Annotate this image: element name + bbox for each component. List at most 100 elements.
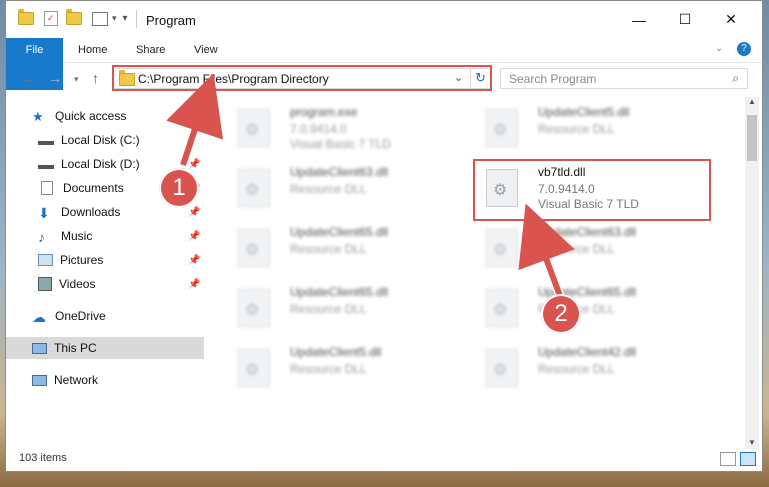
address-highlight: [112, 65, 492, 91]
search-icon: ⌕: [732, 71, 739, 85]
sidebar-item-label: Videos: [59, 277, 96, 291]
large-icons-view-icon[interactable]: [740, 452, 756, 466]
file-highlight: [473, 159, 711, 221]
properties-icon[interactable]: ✓: [44, 11, 58, 26]
file-item[interactable]: UpdateClient65.dll Resource DLL: [228, 281, 458, 333]
sidebar-item-music[interactable]: ♪ Music 📌: [38, 225, 204, 247]
dll-icon: [486, 109, 518, 147]
back-icon[interactable]: ←: [22, 70, 36, 86]
sidebar-item-label: Quick access: [55, 109, 127, 123]
cloud-icon: ☁: [32, 309, 46, 325]
file-type: Resource DLL: [290, 242, 367, 256]
file-type: Resource DLL: [538, 362, 615, 376]
scroll-down-icon[interactable]: ▼: [748, 438, 756, 447]
pin-icon[interactable]: 📌: [188, 279, 200, 290]
tab-home[interactable]: Home: [66, 38, 119, 62]
pin-icon[interactable]: 📌: [188, 207, 200, 218]
minimize-button[interactable]: —: [616, 1, 662, 38]
sidebar-item-pictures[interactable]: Pictures 📌: [38, 249, 204, 271]
sidebar-item-videos[interactable]: Videos 📌: [38, 273, 204, 295]
file-name: UpdateClient63.dll: [538, 225, 637, 239]
status-bar: 103 items: [6, 447, 762, 471]
pin-icon[interactable]: 📌: [188, 231, 200, 242]
file-item[interactable]: program.exe 7.0.9414.0 Visual Basic 7 TL…: [228, 101, 458, 153]
expand-ribbon-icon[interactable]: ⌄: [715, 43, 723, 54]
exe-icon: [238, 109, 270, 147]
file-name: UpdateClient65.dll: [290, 225, 389, 239]
music-icon: ♪: [38, 229, 45, 245]
sidebar-item-label: Downloads: [61, 205, 121, 219]
network-icon: [32, 374, 47, 386]
step-1-badge: 1: [159, 168, 199, 208]
file-name: program.exe: [290, 105, 358, 119]
dll-icon: [238, 169, 270, 207]
file-item[interactable]: UpdateClient65.dll Resource DLL: [476, 281, 706, 333]
new-folder-icon[interactable]: [66, 9, 82, 25]
tab-share[interactable]: Share: [124, 38, 177, 62]
dll-icon: [238, 229, 270, 267]
navigation-pane: ★ Quick access Local Disk (C:) Local Dis…: [6, 97, 206, 447]
step-2-badge: 2: [541, 294, 581, 334]
dll-icon: [486, 289, 518, 327]
file-name: UpdateClient5.dll: [290, 345, 382, 359]
sidebar-item-label: Documents: [63, 181, 124, 195]
sidebar-item-label: Pictures: [60, 253, 104, 267]
dll-icon: [486, 229, 518, 267]
documents-icon: [41, 181, 53, 195]
download-icon: ⬇: [38, 205, 50, 221]
details-view-icon[interactable]: [720, 452, 736, 466]
customize-toolbar-icon[interactable]: ▾: [123, 13, 128, 24]
window-title: Program: [146, 13, 196, 28]
pin-icon[interactable]: 📌: [188, 159, 200, 170]
help-icon[interactable]: ?: [737, 42, 751, 56]
chevron-down-icon[interactable]: ▾: [112, 13, 117, 24]
file-description: Visual Basic 7 TLD: [290, 137, 391, 151]
file-type: Resource DLL: [290, 362, 367, 376]
title-bar: ✓ ▾ ▾ Program — ☐ ✕: [6, 1, 762, 38]
pictures-icon: [38, 254, 53, 266]
recent-locations-icon[interactable]: ▾: [74, 74, 79, 85]
file-name: UpdateClient63.dll: [290, 165, 389, 179]
divider: [136, 10, 137, 28]
file-item[interactable]: UpdateClient5.dll Resource DLL: [228, 341, 458, 393]
search-placeholder: Search Program: [509, 72, 597, 86]
folder-icon[interactable]: [18, 9, 34, 25]
maximize-button[interactable]: ☐: [662, 1, 708, 38]
sidebar-item-label: OneDrive: [55, 309, 106, 323]
file-list: program.exe 7.0.9414.0 Visual Basic 7 TL…: [216, 97, 736, 447]
tab-view[interactable]: View: [182, 38, 230, 62]
file-name: UpdateClient5.dll: [538, 105, 630, 119]
vertical-scrollbar[interactable]: ▲ ▼: [745, 97, 759, 449]
scroll-up-icon[interactable]: ▲: [748, 97, 756, 106]
close-button[interactable]: ✕: [708, 1, 754, 38]
file-item[interactable]: UpdateClient63.dll Resource DLL: [476, 221, 706, 273]
sidebar-item-network[interactable]: Network: [32, 369, 204, 391]
sidebar-item-quick-access[interactable]: ★ Quick access: [32, 105, 202, 127]
file-item[interactable]: UpdateClient42.dll Resource DLL: [476, 341, 706, 393]
sidebar-item-onedrive[interactable]: ☁ OneDrive: [32, 305, 204, 327]
sidebar-item-label: Network: [54, 373, 99, 387]
scrollbar-thumb[interactable]: [747, 115, 757, 161]
file-type: Resource DLL: [290, 302, 367, 316]
file-item[interactable]: UpdateClient5.dll Resource DLL: [476, 101, 706, 153]
sidebar-item-local-disk-c[interactable]: Local Disk (C:): [38, 129, 204, 151]
sidebar-item-label: Local Disk (C:): [61, 133, 140, 147]
search-input[interactable]: Search Program ⌕: [500, 68, 748, 89]
computer-icon: [32, 342, 47, 354]
explorer-window: ✓ ▾ ▾ Program — ☐ ✕ File Home Share View…: [5, 0, 763, 472]
up-icon[interactable]: ↑: [92, 70, 99, 86]
file-type: Resource DLL: [538, 242, 615, 256]
pin-icon[interactable]: 📌: [188, 255, 200, 266]
sidebar-item-label: Music: [61, 229, 93, 243]
sidebar-item-this-pc[interactable]: This PC: [6, 337, 204, 359]
file-item[interactable]: UpdateClient65.dll Resource DLL: [228, 221, 458, 273]
file-item[interactable]: UpdateClient63.dll Resource DLL: [228, 161, 458, 213]
forward-icon[interactable]: →: [48, 70, 62, 86]
file-name: UpdateClient65.dll: [290, 285, 389, 299]
view-options-icon[interactable]: [92, 11, 108, 26]
videos-icon: [38, 277, 52, 291]
dll-icon: [486, 349, 518, 387]
ribbon: File Home Share View ⌄ ?: [6, 38, 762, 90]
drive-icon: [38, 159, 54, 169]
quick-access-toolbar: ✓ ▾ ▾: [18, 9, 128, 26]
